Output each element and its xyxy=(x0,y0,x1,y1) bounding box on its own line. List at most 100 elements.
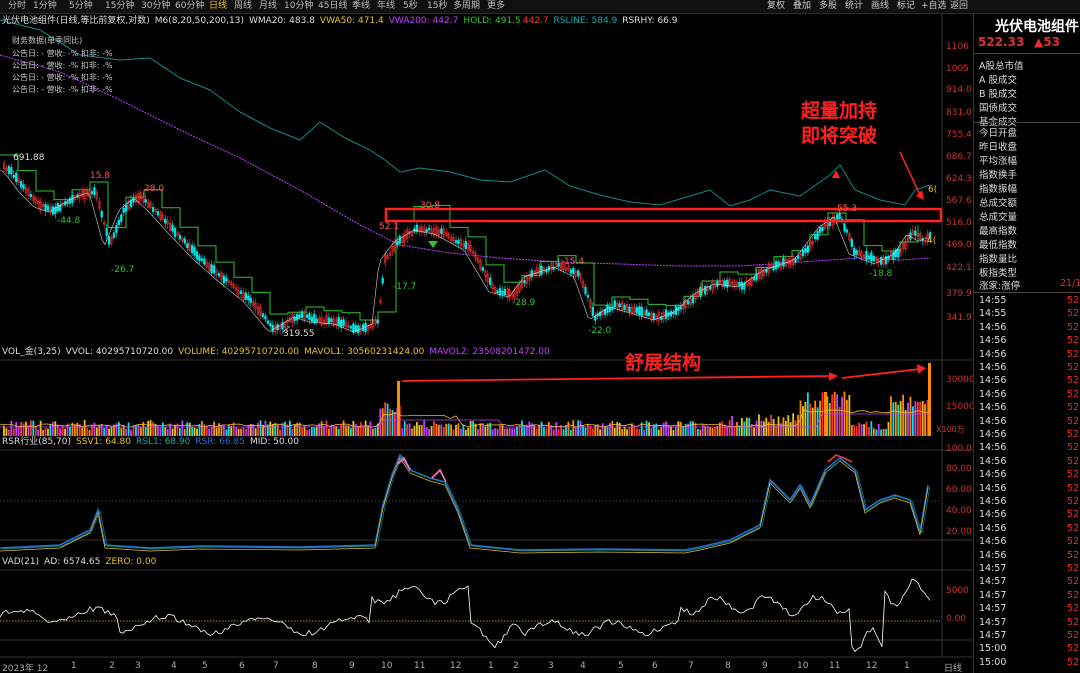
candle-body xyxy=(794,258,797,263)
volume-bar xyxy=(711,427,714,436)
volume-bar xyxy=(472,420,475,436)
volume-bar xyxy=(32,420,35,436)
hold-curve xyxy=(0,154,919,321)
volume-bar xyxy=(662,422,665,436)
candle-body xyxy=(782,257,785,267)
candle-body xyxy=(865,250,868,261)
rsr-title: RSR行业(85,70) xyxy=(2,437,72,447)
candle-body xyxy=(178,234,182,240)
tick-price: 52 xyxy=(1067,442,1080,454)
volume-bar xyxy=(20,421,23,436)
candle-body xyxy=(855,250,858,255)
tick-price: 52 xyxy=(1067,643,1080,655)
quote-field: B 股成交 xyxy=(979,89,1018,100)
volume-bar xyxy=(894,401,897,436)
volume-bar xyxy=(335,426,338,436)
volume-bar xyxy=(721,421,724,436)
volume-bar xyxy=(222,424,225,436)
financial-row: 公告日: - 营收: -% 扣非: -% xyxy=(12,85,113,94)
volume-bar xyxy=(208,428,211,436)
candle-body xyxy=(481,267,485,271)
volume-bar xyxy=(159,427,162,436)
volume-bar xyxy=(120,428,123,436)
volume-bar xyxy=(836,394,839,436)
volume-bar xyxy=(479,423,482,436)
volume-bar xyxy=(892,402,895,436)
volume-bar xyxy=(308,429,311,436)
candle-body xyxy=(173,227,177,237)
candle-body xyxy=(352,323,355,333)
tick-time: 14:56 xyxy=(979,522,1007,534)
volume-bar xyxy=(352,420,355,436)
volume-bar xyxy=(81,427,84,436)
volume-bar xyxy=(357,425,360,436)
date-tick: 5 xyxy=(618,661,624,671)
volume-bar xyxy=(831,394,834,436)
volume-bar xyxy=(191,427,194,436)
tick-time: 14:56 xyxy=(979,362,1007,373)
candle-body xyxy=(244,292,248,300)
tick-price: 52 xyxy=(1067,630,1080,641)
wave-label: -26.7 xyxy=(111,265,135,275)
volume-bar xyxy=(418,424,421,436)
volume-bar xyxy=(516,426,518,436)
candle-body xyxy=(804,247,807,253)
candle-body xyxy=(249,298,252,303)
volume-bar xyxy=(210,427,213,436)
candle-body xyxy=(501,290,504,295)
candle-body xyxy=(628,306,631,312)
volume-bar xyxy=(12,428,15,436)
date-tick: 7 xyxy=(273,661,279,671)
volume-bar xyxy=(313,427,316,436)
volume-bar xyxy=(855,426,858,436)
mavol2-label: MAVOL2: 23508201472.00 xyxy=(429,347,550,357)
tick-time: 14:56 xyxy=(979,455,1007,467)
candle-body xyxy=(12,174,15,178)
candle-body xyxy=(293,317,296,321)
edge-label: 4( xyxy=(927,236,937,246)
volume-bar xyxy=(657,429,660,436)
volume-bar xyxy=(753,427,755,436)
candle-body xyxy=(22,184,25,190)
candle-body xyxy=(305,314,309,318)
volume-bar xyxy=(543,427,545,436)
candle-body xyxy=(112,232,116,238)
tick-time: 14:56 xyxy=(979,402,1007,414)
volume-bar xyxy=(860,424,863,436)
volume-bar xyxy=(447,423,450,436)
volume-label: VOLUME: 40295710720.00 xyxy=(178,347,300,357)
volume-bar xyxy=(467,427,470,436)
quote-field: 板指类型 xyxy=(979,268,1018,279)
volume-bar xyxy=(406,424,409,436)
volume-bar xyxy=(320,421,323,436)
candle-body xyxy=(774,261,778,270)
candle-body xyxy=(591,306,594,316)
candle-body xyxy=(853,248,856,256)
candle-body xyxy=(638,306,641,315)
annotation-volume-support: 超量加持 xyxy=(801,100,878,122)
volume-bar xyxy=(306,429,308,436)
volume-bar xyxy=(139,426,142,436)
quote-field: 指数量比 xyxy=(979,254,1018,265)
candle-body xyxy=(300,311,304,318)
volume-bar xyxy=(503,428,506,436)
candle-body xyxy=(357,325,360,334)
volume-bar xyxy=(521,420,523,436)
volume-bar xyxy=(689,421,692,436)
volume-bar xyxy=(601,423,604,436)
date-tick: 11 xyxy=(829,661,841,671)
wave-label: 15.8 xyxy=(90,171,111,181)
candle-body xyxy=(569,269,572,274)
volume-indicator-header: VOL_金(3,25) VVOL: 40295710720.00 VOLUME: 4… xyxy=(2,346,555,358)
volume-bar xyxy=(621,429,624,436)
volume-bar xyxy=(928,363,931,436)
volume-bar xyxy=(709,426,712,436)
volume-bar xyxy=(397,381,400,436)
volume-bar xyxy=(49,423,52,436)
volume-bar xyxy=(362,427,365,436)
period-label: 日线 xyxy=(944,664,963,673)
candle-body xyxy=(171,224,174,232)
candle-body xyxy=(821,226,824,232)
candle-body xyxy=(457,239,460,244)
volume-bar xyxy=(784,420,787,436)
